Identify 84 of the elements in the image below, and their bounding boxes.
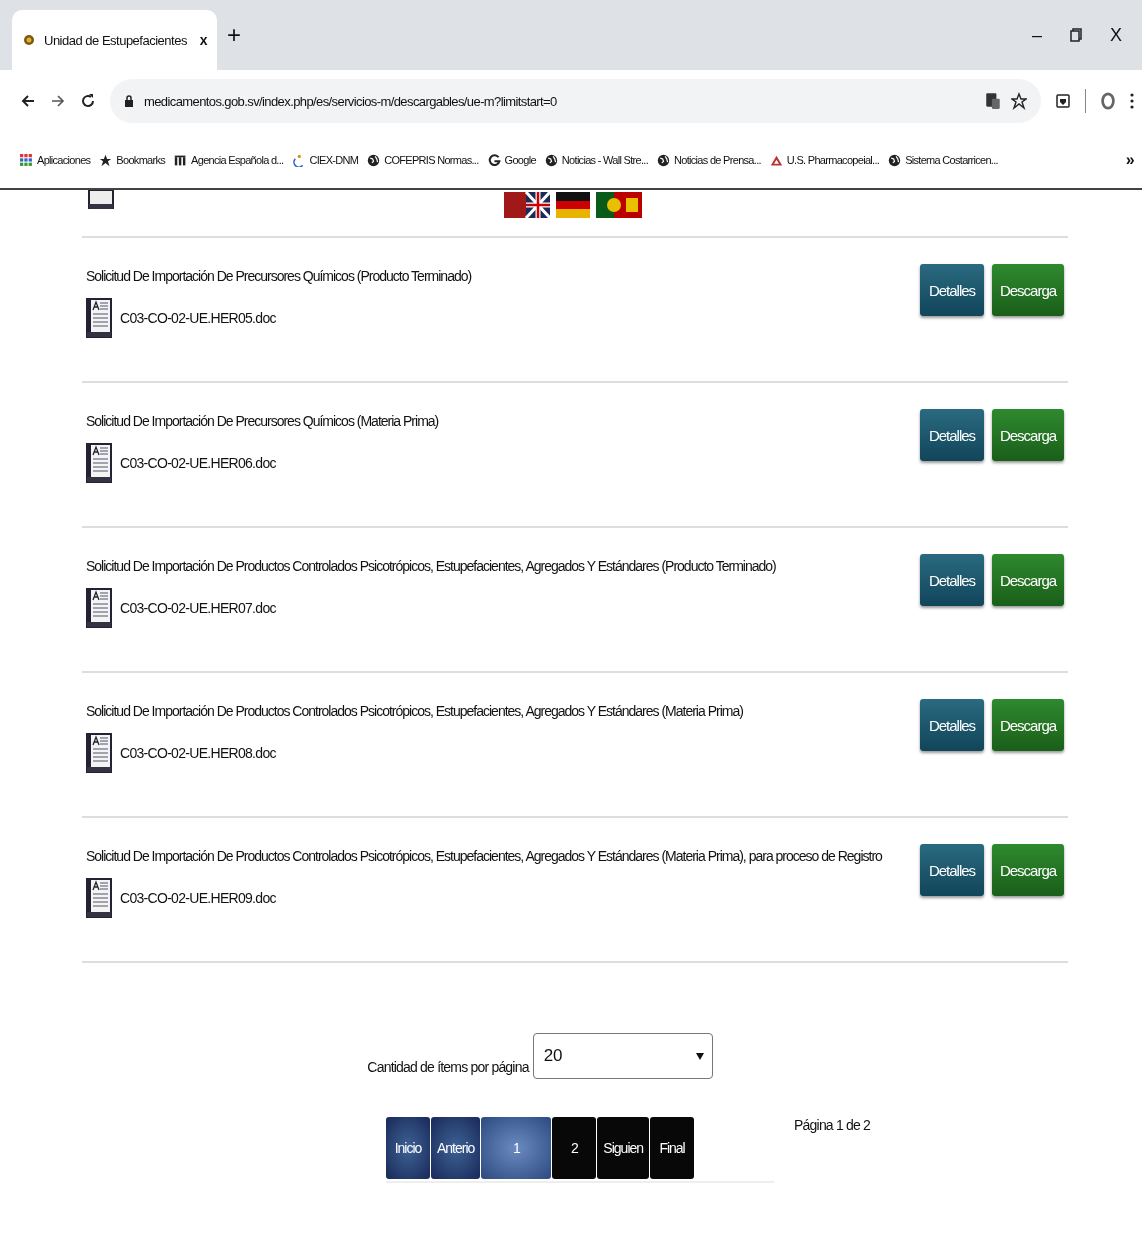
details-button[interactable]: Detalles: [920, 554, 984, 606]
details-button[interactable]: Detalles: [920, 699, 984, 751]
bookmark[interactable]: COFEPRIS Normas...: [367, 153, 479, 167]
globe-icon: [657, 153, 671, 167]
flag-icon: [596, 192, 642, 218]
download-button[interactable]: Descarga: [992, 844, 1064, 896]
forward-icon[interactable]: [50, 93, 66, 109]
g-logo-icon: [487, 153, 501, 167]
details-button[interactable]: Detalles: [920, 409, 984, 461]
url-text: medicamentos.gob.sv/index.php/es/servicios-m/descargables/ue-m?limitstart=0: [144, 93, 557, 109]
details-button[interactable]: Detalles: [920, 844, 984, 896]
minimize-button[interactable]: –: [1021, 24, 1052, 46]
pagination-button[interactable]: 1: [481, 1117, 552, 1179]
file-name[interactable]: C03-CO-02-UE.HER08.doc: [120, 745, 276, 761]
star-icon: [99, 153, 113, 167]
document-icon: [86, 733, 112, 773]
bookmark-label: Bookmarks: [116, 154, 166, 166]
apps-grid-icon: [20, 153, 33, 167]
pagination-button[interactable]: 2: [552, 1117, 597, 1179]
download-button[interactable]: Descarga: [992, 264, 1064, 316]
bookmark-label: Aplicaciones: [37, 154, 91, 166]
document-title: Solicitud De Importación De Productos Controlados Psicotrópicos, Estupefacientes, Agregados Y Estándares (Materia Prima), para proceso de Registro: [86, 848, 883, 864]
bookmark[interactable]: CIEX-DNM: [292, 153, 359, 167]
flag-icon: [504, 192, 550, 218]
globe-icon: [367, 153, 381, 167]
pagination-button[interactable]: Final: [650, 1117, 695, 1179]
address-bar[interactable]: medicamentos.gob.sv/index.php/es/servicios-m/descargables/ue-m?limitstart=0: [110, 79, 1041, 123]
bookmark-label: Noticias - Wall Stre...: [561, 154, 649, 166]
file-name[interactable]: C03-CO-02-UE.HER06.doc: [120, 455, 276, 471]
more-bookmarks-button[interactable]: »: [1125, 151, 1134, 169]
document-icon: [86, 588, 112, 628]
close-window-button[interactable]: X: [1100, 24, 1132, 46]
figure-logo-icon: [292, 153, 306, 167]
columns-logo-icon: [174, 153, 188, 167]
download-button[interactable]: Descarga: [992, 554, 1064, 606]
flag-icon: [556, 192, 590, 218]
details-button[interactable]: Detalles: [920, 264, 984, 316]
back-icon[interactable]: [20, 93, 36, 109]
new-tab-button[interactable]: +: [227, 21, 241, 49]
lock-icon: [124, 94, 134, 108]
download-button[interactable]: Descarga: [992, 699, 1064, 751]
triangle-logo-icon: [769, 153, 783, 167]
file-name[interactable]: C03-CO-02-UE.HER05.doc: [120, 310, 276, 326]
shield-icon[interactable]: [1055, 92, 1071, 110]
star-icon[interactable]: [1011, 92, 1027, 110]
document-title: Solicitud De Importación De Precursores Químicos (Materia Prima): [86, 413, 440, 429]
bookmark[interactable]: Google: [487, 153, 536, 167]
emblem-icon: [22, 33, 36, 47]
bookmark[interactable]: Noticias - Wall Stre...: [544, 153, 649, 167]
bookmark[interactable]: Noticias de Prensa...: [657, 153, 761, 167]
file-name[interactable]: C03-CO-02-UE.HER07.doc: [120, 600, 276, 616]
document-title: Solicitud De Importación De Precursores Químicos (Producto Terminado): [86, 268, 473, 284]
items-per-page-label: Cantidad de ítems por página: [367, 1059, 529, 1077]
pagination-button[interactable]: Siguien: [597, 1117, 650, 1179]
globe-icon: [544, 153, 558, 167]
document-title: Solicitud De Importación De Productos Controlados Psicotrópicos, Estupefacientes, Agregados Y Estándares (Producto Terminado): [86, 558, 777, 574]
document-icon: [88, 190, 114, 210]
bookmark[interactable]: Agencia Española d...: [174, 153, 284, 167]
download-button[interactable]: Descarga: [992, 409, 1064, 461]
bookmark-label: U.S. Pharmacopeial...: [786, 154, 880, 166]
menu-icon[interactable]: [1130, 92, 1134, 110]
bookmark-label: Google: [504, 154, 536, 166]
page-info: Página 1 de 2: [794, 1117, 871, 1133]
document-icon: [86, 298, 112, 338]
document-title: Solicitud De Importación De Productos Controlados Psicotrópicos, Estupefacientes, Agregados Y Estándares (Materia Prima): [86, 703, 744, 719]
close-tab-button[interactable]: x: [199, 32, 207, 48]
bookmark[interactable]: Bookmarks: [99, 153, 166, 167]
globe-icon: [888, 153, 902, 167]
document-icon: [86, 443, 112, 483]
bookmark-label: Agencia Española d...: [191, 154, 284, 166]
bookmark[interactable]: Sistema Costarricen...: [888, 153, 998, 167]
items-per-page-select[interactable]: 20: [532, 1033, 713, 1079]
caret-icon: [695, 1051, 704, 1061]
bookmark-label: CIEX-DNM: [309, 154, 359, 166]
bookmark-label: Sistema Costarricen...: [905, 154, 998, 166]
bookmark-label: COFEPRIS Normas...: [384, 154, 479, 166]
file-name[interactable]: C03-CO-02-UE.HER09.doc: [120, 890, 276, 906]
bookmark-label: Noticias de Prensa...: [674, 154, 761, 166]
document-icon: [86, 878, 112, 918]
reload-icon[interactable]: [80, 93, 96, 109]
tab-title: Unidad de Estupefacientes: [44, 32, 188, 48]
bookmark[interactable]: U.S. Pharmacopeial...: [769, 153, 880, 167]
browser-tab[interactable]: Unidad de Estupefacientes x: [12, 10, 217, 70]
bookmark[interactable]: Aplicaciones: [20, 153, 91, 167]
